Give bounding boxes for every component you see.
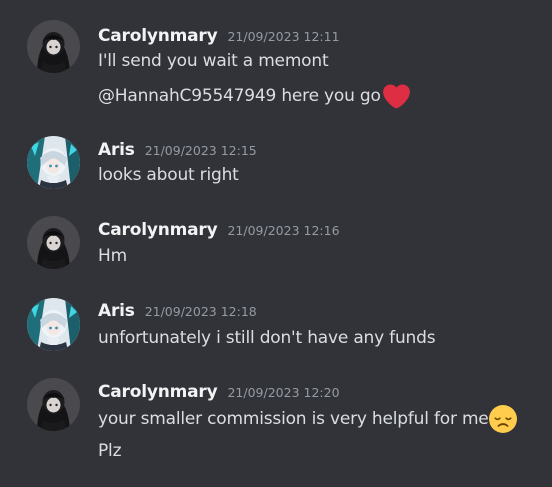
message-text: Hm xyxy=(98,245,127,267)
message-content: Hm xyxy=(98,246,127,266)
carolynmary-avatar[interactable] xyxy=(27,378,80,431)
red-heart-icon[interactable] xyxy=(382,83,410,110)
message-text: unfortunately i still don't have any fun… xyxy=(98,327,436,349)
username[interactable]: Carolynmary xyxy=(98,26,218,46)
timestamp[interactable]: 21/09/2023 12:11 xyxy=(227,29,339,44)
aris-avatar[interactable] xyxy=(27,298,80,351)
message-header: Aris 21/09/2023 12:15 xyxy=(98,140,257,160)
carolynmary-avatar[interactable] xyxy=(27,216,80,269)
message-content: Plz xyxy=(98,441,122,461)
message-content: your smaller commission is very helpful … xyxy=(98,409,489,429)
message-header: Carolynmary 21/09/2023 12:20 xyxy=(98,382,340,402)
message-text: looks about right xyxy=(98,164,239,186)
message-header: Carolynmary 21/09/2023 12:11 xyxy=(98,26,340,46)
carolynmary-avatar[interactable] xyxy=(27,20,80,73)
message-header: Aris 21/09/2023 12:18 xyxy=(98,301,257,321)
timestamp[interactable]: 21/09/2023 12:18 xyxy=(145,304,257,319)
message-text: I'll send you wait a memont xyxy=(98,50,329,72)
username[interactable]: Aris xyxy=(98,140,135,160)
username[interactable]: Carolynmary xyxy=(98,382,218,402)
message-text: Plz xyxy=(98,440,122,462)
timestamp[interactable]: 21/09/2023 12:16 xyxy=(227,223,339,238)
timestamp[interactable]: 21/09/2023 12:20 xyxy=(227,385,339,400)
message-content: looks about right xyxy=(98,165,239,185)
aris-avatar[interactable] xyxy=(27,136,80,189)
message-content: @HannahC95547949 here you go xyxy=(98,86,381,106)
username[interactable]: Carolynmary xyxy=(98,220,218,240)
message-text: your smaller commission is very helpful … xyxy=(98,404,517,434)
message-header: Carolynmary 21/09/2023 12:16 xyxy=(98,220,340,240)
disappointed-face-icon[interactable] xyxy=(488,405,517,433)
message-text: @HannahC95547949 here you go xyxy=(98,82,410,110)
timestamp[interactable]: 21/09/2023 12:15 xyxy=(145,143,257,158)
message-content: I'll send you wait a memont xyxy=(98,51,329,71)
message-content: unfortunately i still don't have any fun… xyxy=(98,328,436,348)
username[interactable]: Aris xyxy=(98,301,135,321)
